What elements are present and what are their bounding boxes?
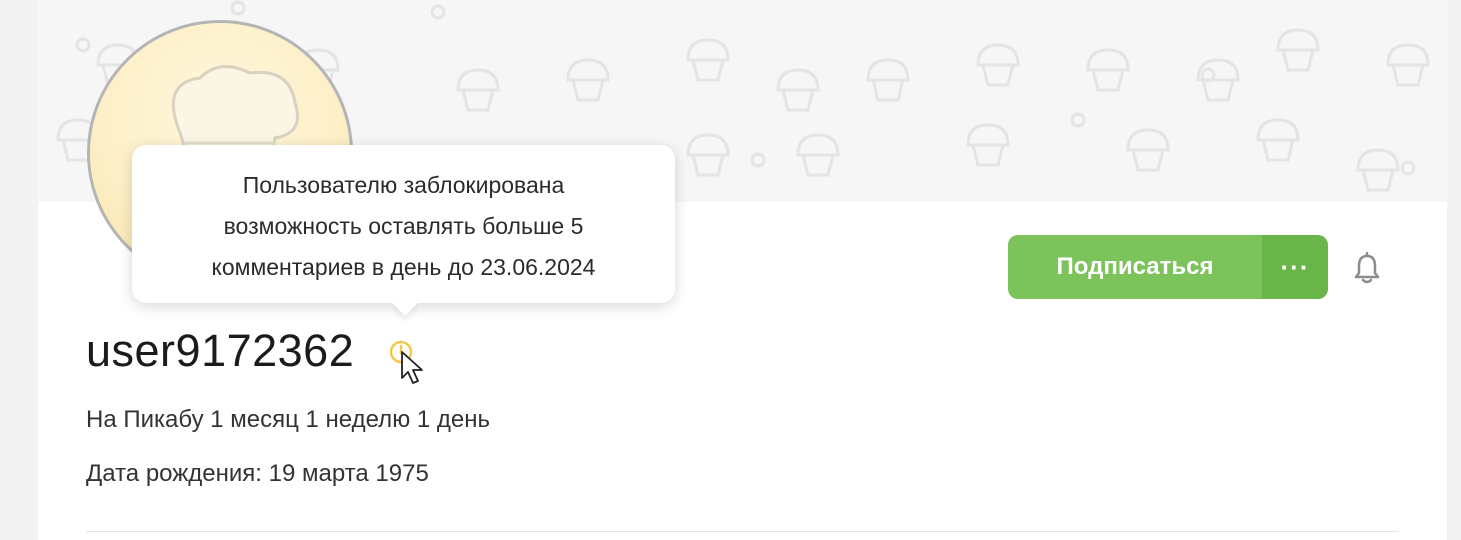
more-options-button[interactable]: ··· — [1262, 235, 1328, 299]
profile-card: Подписаться ··· user9172362 На Пикабу 1 … — [38, 0, 1447, 540]
ban-tooltip: Пользователю заблокирована возможность о… — [132, 145, 675, 303]
divider — [86, 531, 1399, 532]
tooltip-line: комментариев в день до 23.06.2024 — [211, 254, 596, 280]
username: user9172362 — [86, 325, 355, 376]
profile-actions: Подписаться ··· — [1008, 235, 1380, 299]
subscribe-button[interactable]: Подписаться — [1008, 235, 1262, 299]
membership-duration: На Пикабу 1 месяц 1 неделю 1 день — [86, 406, 490, 433]
mouse-cursor-icon — [401, 351, 423, 384]
bell-icon[interactable] — [1350, 251, 1384, 285]
tooltip-line: Пользователю заблокирована — [242, 172, 565, 198]
birth-date: Дата рождения: 19 марта 1975 — [86, 460, 429, 487]
tooltip-line: возможность оставлять больше 5 — [223, 213, 584, 239]
subscribe-group: Подписаться ··· — [1008, 235, 1328, 299]
